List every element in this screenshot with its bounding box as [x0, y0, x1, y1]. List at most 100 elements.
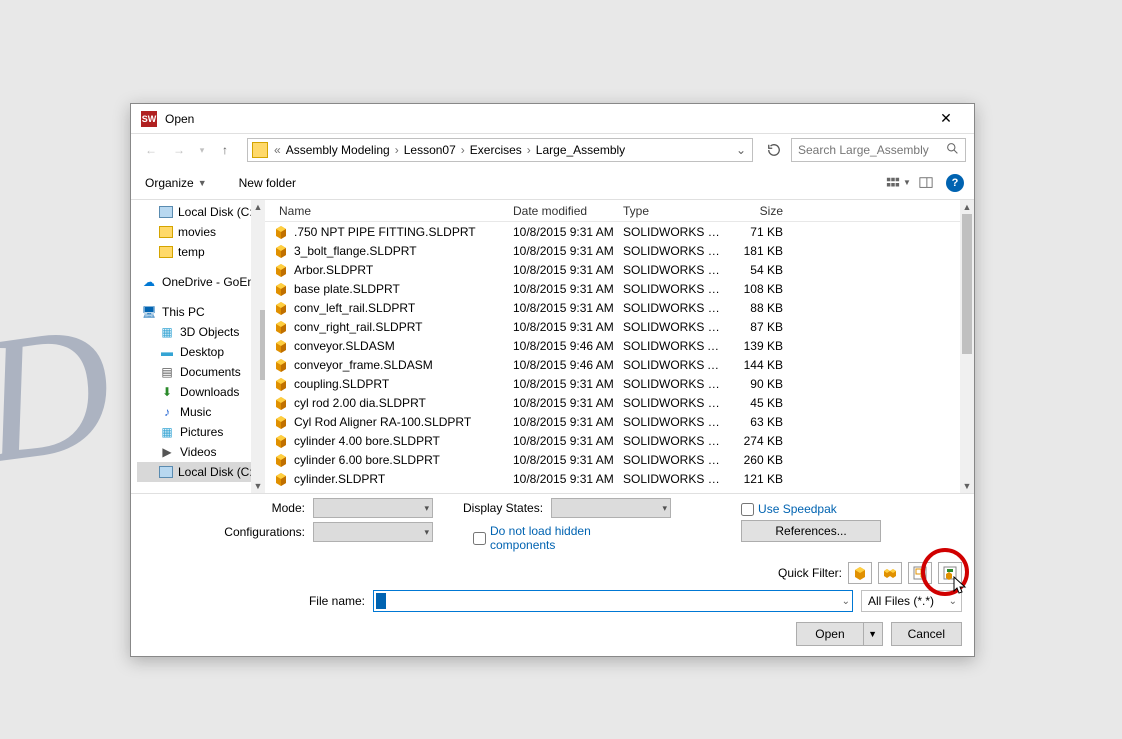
- tree-item[interactable]: ⬇Downloads: [137, 382, 265, 402]
- title-bar: SW Open ✕: [131, 104, 974, 134]
- file-row[interactable]: conv_right_rail.SLDPRT10/8/2015 9:31 AMS…: [265, 317, 960, 336]
- file-type: SOLIDWORKS Part...: [615, 415, 723, 429]
- breadcrumb-segment[interactable]: Assembly Modeling: [283, 143, 393, 157]
- tree-item[interactable]: ▬Desktop: [137, 342, 265, 362]
- tree-item-label: This PC: [162, 305, 205, 319]
- configurations-combo[interactable]: ▾: [313, 522, 433, 542]
- mode-combo[interactable]: ▾: [313, 498, 433, 518]
- breadcrumb-chevron-icon: ›: [459, 143, 467, 157]
- file-row[interactable]: cylinder.SLDPRT10/8/2015 9:31 AMSOLIDWOR…: [265, 469, 960, 488]
- tree-scrollbar[interactable]: ▲▼: [251, 200, 265, 493]
- tree-item[interactable]: ♪Music: [137, 402, 265, 422]
- file-type: SOLIDWORKS Part...: [615, 244, 723, 258]
- use-speedpak-checkbox[interactable]: Use Speedpak: [741, 498, 881, 520]
- do-not-load-checkbox[interactable]: Do not load hidden components: [473, 524, 620, 552]
- view-mode-button[interactable]: ▼: [884, 172, 912, 194]
- cancel-button[interactable]: Cancel: [891, 622, 962, 646]
- file-type: SOLIDWORKS Ass...: [615, 358, 723, 372]
- file-row[interactable]: Arbor.SLDPRT10/8/2015 9:31 AMSOLIDWORKS …: [265, 260, 960, 279]
- quick-filter-assemblies-button[interactable]: [878, 562, 902, 584]
- tree-item-label: OneDrive - GoEng: [162, 275, 261, 289]
- tree-item[interactable]: ☁OneDrive - GoEng: [137, 272, 265, 292]
- tree-item[interactable]: ▦Pictures: [137, 422, 265, 442]
- refresh-button[interactable]: [763, 139, 785, 161]
- display-states-combo[interactable]: ▾: [551, 498, 671, 518]
- file-row[interactable]: Cyl Rod Aligner RA-100.SLDPRT10/8/2015 9…: [265, 412, 960, 431]
- button-row: Open ▼ Cancel: [131, 618, 974, 656]
- filename-input[interactable]: ⌄: [373, 590, 853, 612]
- file-type: SOLIDWORKS Part...: [615, 453, 723, 467]
- file-name: cylinder 4.00 bore.SLDPRT: [294, 434, 440, 448]
- use-speedpak-checkbox-input[interactable]: [741, 503, 754, 516]
- breadcrumb-segment[interactable]: Exercises: [467, 143, 525, 157]
- column-header-type[interactable]: Type: [615, 204, 723, 218]
- column-header-date[interactable]: Date modified: [505, 204, 615, 218]
- file-row[interactable]: cylinder 4.00 bore.SLDPRT10/8/2015 9:31 …: [265, 431, 960, 450]
- solidworks-file-icon: [273, 414, 289, 430]
- file-date: 10/8/2015 9:31 AM: [505, 320, 615, 334]
- filetype-combo[interactable]: All Files (*.*) ⌄: [861, 590, 962, 612]
- chevron-down-icon[interactable]: ⌄: [842, 596, 850, 607]
- tree-item-label: Videos: [180, 445, 216, 459]
- file-name: cylinder 6.00 bore.SLDPRT: [294, 453, 440, 467]
- column-header-name[interactable]: Name: [265, 204, 505, 218]
- file-row[interactable]: cylinder 6.00 bore.SLDPRT10/8/2015 9:31 …: [265, 450, 960, 469]
- tree-item[interactable]: Local Disk (C:): [137, 202, 265, 222]
- file-row[interactable]: base plate.SLDPRT10/8/2015 9:31 AMSOLIDW…: [265, 279, 960, 298]
- file-list-scrollbar[interactable]: ▲ ▼: [960, 200, 974, 493]
- file-row[interactable]: cyl rod 2.00 dia.SLDPRT10/8/2015 9:31 AM…: [265, 393, 960, 412]
- breadcrumb-dropdown[interactable]: ⌄: [734, 143, 748, 157]
- nav-forward-button[interactable]: →: [167, 138, 191, 162]
- file-date: 10/8/2015 9:46 AM: [505, 358, 615, 372]
- tree-item[interactable]: Local Disk (C:): [137, 462, 265, 482]
- file-row[interactable]: 3_bolt_flange.SLDPRT10/8/2015 9:31 AMSOL…: [265, 241, 960, 260]
- quick-filter-drawings-button[interactable]: [908, 562, 932, 584]
- breadcrumb-segment[interactable]: Lesson07: [401, 143, 459, 157]
- column-header-size[interactable]: Size: [723, 204, 793, 218]
- scroll-up-icon[interactable]: ▲: [960, 200, 974, 214]
- tree-item[interactable]: temp: [137, 242, 265, 262]
- file-type: SOLIDWORKS Part...: [615, 434, 723, 448]
- nav-back-button[interactable]: ←: [139, 138, 163, 162]
- tree-item-label: Local Disk (C:): [178, 465, 257, 479]
- file-row[interactable]: conveyor_frame.SLDASM10/8/2015 9:46 AMSO…: [265, 355, 960, 374]
- display-states-label: Display States:: [463, 498, 551, 518]
- configurations-label: Configurations:: [143, 522, 313, 542]
- nav-history-dropdown[interactable]: ▾: [195, 138, 209, 162]
- file-row[interactable]: coupling.SLDPRT10/8/2015 9:31 AMSOLIDWOR…: [265, 374, 960, 393]
- nav-tree: Local Disk (C:)moviestemp☁OneDrive - GoE…: [131, 200, 265, 493]
- tree-item[interactable]: ▤Documents: [137, 362, 265, 382]
- quick-filter-top-level-button[interactable]: [938, 562, 962, 584]
- tree-item[interactable]: movies: [137, 222, 265, 242]
- file-date: 10/8/2015 9:31 AM: [505, 301, 615, 315]
- file-date: 10/8/2015 9:31 AM: [505, 415, 615, 429]
- scroll-thumb[interactable]: [962, 214, 972, 354]
- solidworks-file-icon: [273, 433, 289, 449]
- preview-pane-button[interactable]: [912, 172, 940, 194]
- open-button[interactable]: Open ▼: [796, 622, 882, 646]
- quick-filter-parts-button[interactable]: [848, 562, 872, 584]
- file-row[interactable]: conv_left_rail.SLDPRT10/8/2015 9:31 AMSO…: [265, 298, 960, 317]
- organize-menu[interactable]: Organize ▼: [141, 174, 211, 192]
- tree-item[interactable]: ▦3D Objects: [137, 322, 265, 342]
- folder-icon: [252, 142, 268, 158]
- file-row[interactable]: .750 NPT PIPE FITTING.SLDPRT10/8/2015 9:…: [265, 222, 960, 241]
- search-input[interactable]: Search Large_Assembly: [791, 138, 966, 162]
- new-folder-button[interactable]: New folder: [235, 174, 300, 192]
- close-button[interactable]: ✕: [926, 105, 966, 133]
- breadcrumb-bar[interactable]: « Assembly Modeling › Lesson07 › Exercis…: [247, 138, 753, 162]
- tree-item[interactable]: 🖥This PC: [137, 302, 265, 322]
- file-date: 10/8/2015 9:31 AM: [505, 263, 615, 277]
- references-button[interactable]: References...: [741, 520, 881, 542]
- breadcrumb-segment[interactable]: Large_Assembly: [533, 143, 628, 157]
- tree-item[interactable]: ▶Videos: [137, 442, 265, 462]
- open-dropdown[interactable]: ▼: [864, 623, 882, 645]
- file-row[interactable]: conveyor.SLDASM10/8/2015 9:46 AMSOLIDWOR…: [265, 336, 960, 355]
- do-not-load-checkbox-input[interactable]: [473, 532, 486, 545]
- scroll-down-icon[interactable]: ▼: [960, 479, 974, 493]
- help-button[interactable]: ?: [946, 174, 964, 192]
- nav-up-button[interactable]: ↑: [213, 138, 237, 162]
- file-date: 10/8/2015 9:31 AM: [505, 282, 615, 296]
- file-size: 260 KB: [723, 453, 793, 467]
- file-type: SOLIDWORKS Part...: [615, 225, 723, 239]
